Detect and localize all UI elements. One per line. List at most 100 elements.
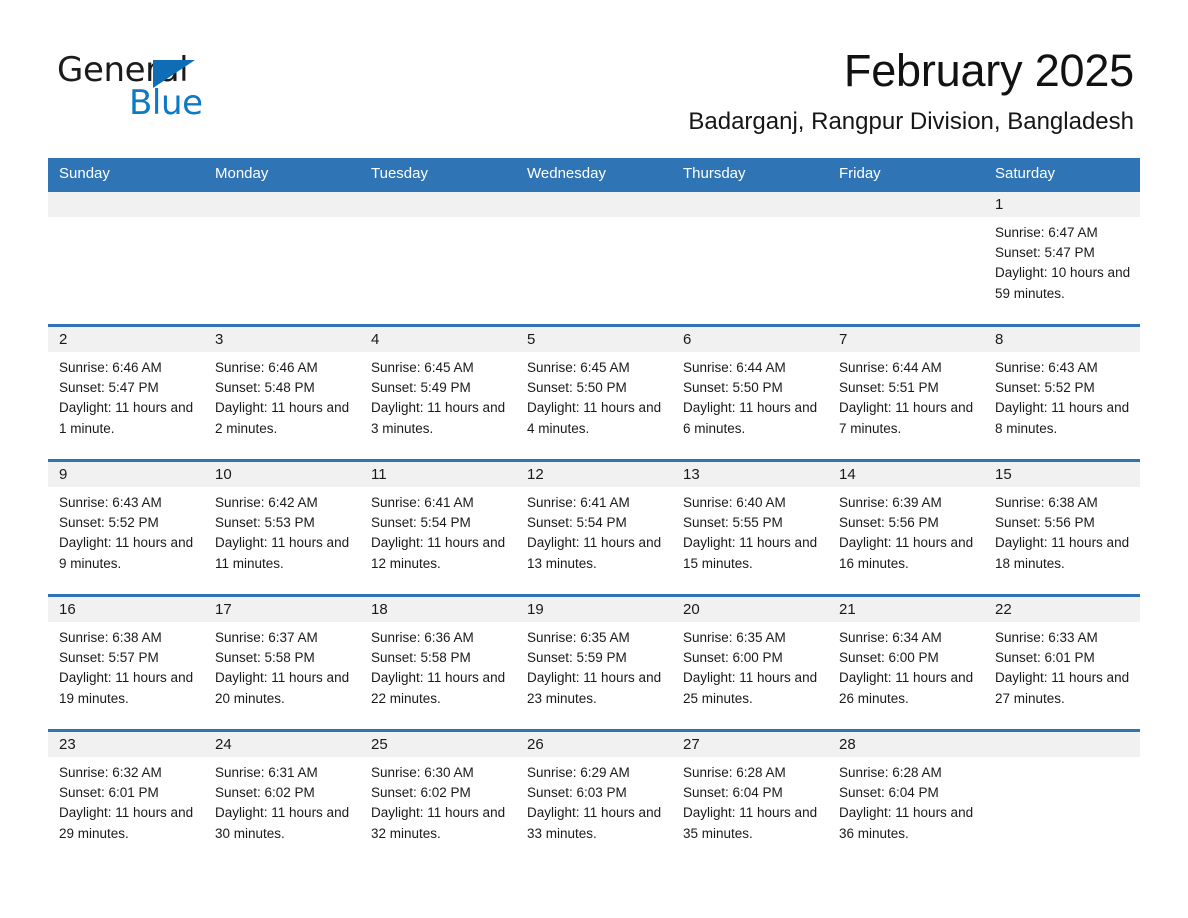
calendar-day-cell[interactable]: 9 Sunrise: 6:43 AM Sunset: 5:52 PM Daylight… [48,459,204,596]
sunset-text: Sunset: 5:59 PM [527,650,627,666]
calendar-day-cell[interactable]: 20 Sunrise: 6:35 AM Sunset: 6:00 PM Dayligh… [672,594,828,731]
sunrise-text: Sunrise: 6:29 AM [527,765,630,780]
sunset-text: Sunset: 6:01 PM [995,650,1095,666]
day-details: Sunrise: 6:36 AM Sunset: 5:58 PM Daylight:… [360,622,516,709]
sunset-text: Sunset: 5:53 PM [215,515,315,531]
sunset-text: Sunset: 5:47 PM [995,245,1095,261]
sunrise-text: Sunrise: 6:33 AM [995,630,1098,645]
sunrise-text: Sunrise: 6:45 AM [527,360,630,375]
daylight-text: Daylight: 11 hours and 2 minutes. [215,400,350,436]
daylight-text: Daylight: 11 hours and 30 minutes. [215,805,350,841]
general-blue-logo[interactable]: General Blue [57,52,317,123]
sunrise-text: Sunrise: 6:39 AM [839,495,942,510]
calendar-day-cell[interactable]: 3 Sunrise: 6:46 AM Sunset: 5:48 PM Daylight… [204,324,360,461]
day-details: Sunrise: 6:35 AM Sunset: 6:00 PM Daylight:… [672,622,828,709]
day-details: Sunrise: 6:38 AM Sunset: 5:56 PM Daylight:… [984,487,1140,574]
calendar-day-cell[interactable]: 26 Sunrise: 6:29 AM Sunset: 6:03 PM Dayligh… [516,729,672,866]
day-details: Sunrise: 6:28 AM Sunset: 6:04 PM Daylight:… [828,757,984,844]
calendar-week-row: 16 Sunrise: 6:38 AM Sunset: 5:57 PM Dayligh… [48,594,1140,731]
sunrise-text: Sunrise: 6:44 AM [683,360,786,375]
calendar-day-cell-empty [984,729,1140,866]
calendar-day-cell-empty [204,189,360,326]
daylight-text: Daylight: 11 hours and 7 minutes. [839,400,974,436]
sunrise-text: Sunrise: 6:32 AM [59,765,162,780]
day-number [984,732,1140,757]
sunrise-text: Sunrise: 6:37 AM [215,630,318,645]
daylight-text: Daylight: 11 hours and 15 minutes. [683,535,818,571]
logo-text-blue: Blue [129,83,203,123]
weekday-header-monday: Monday [204,158,360,191]
calendar-day-cell[interactable]: 14 Sunrise: 6:39 AM Sunset: 5:56 PM Dayligh… [828,459,984,596]
sunset-text: Sunset: 6:02 PM [371,785,471,801]
day-number [360,192,516,217]
calendar-day-cell[interactable]: 28 Sunrise: 6:28 AM Sunset: 6:04 PM Dayligh… [828,729,984,866]
day-number: 26 [516,732,672,757]
calendar-day-cell[interactable]: 4 Sunrise: 6:45 AM Sunset: 5:49 PM Daylight… [360,324,516,461]
sunset-text: Sunset: 5:56 PM [839,515,939,531]
calendar-day-cell[interactable]: 8 Sunrise: 6:43 AM Sunset: 5:52 PM Daylight… [984,324,1140,461]
day-details: Sunrise: 6:30 AM Sunset: 6:02 PM Daylight:… [360,757,516,844]
calendar-day-cell[interactable]: 12 Sunrise: 6:41 AM Sunset: 5:54 PM Dayligh… [516,459,672,596]
calendar-day-cell-empty [516,189,672,326]
day-details: Sunrise: 6:34 AM Sunset: 6:00 PM Daylight:… [828,622,984,709]
day-number: 17 [204,597,360,622]
calendar-table: Sunday Monday Tuesday Wednesday Thursday… [48,158,1140,866]
sunset-text: Sunset: 5:50 PM [683,380,783,396]
calendar-day-cell[interactable]: 21 Sunrise: 6:34 AM Sunset: 6:00 PM Dayligh… [828,594,984,731]
day-details: Sunrise: 6:45 AM Sunset: 5:50 PM Daylight:… [516,352,672,439]
sunrise-text: Sunrise: 6:36 AM [371,630,474,645]
calendar-day-cell-empty [672,189,828,326]
calendar-week-row: 9 Sunrise: 6:43 AM Sunset: 5:52 PM Daylight… [48,459,1140,596]
day-number: 13 [672,462,828,487]
calendar-page: General Blue February 2025 Badarganj, Ra… [0,0,1188,918]
sunset-text: Sunset: 5:51 PM [839,380,939,396]
calendar-day-cell[interactable]: 17 Sunrise: 6:37 AM Sunset: 5:58 PM Dayligh… [204,594,360,731]
calendar-day-cell[interactable]: 27 Sunrise: 6:28 AM Sunset: 6:04 PM Dayligh… [672,729,828,866]
day-details: Sunrise: 6:42 AM Sunset: 5:53 PM Daylight:… [204,487,360,574]
calendar-day-cell[interactable]: 16 Sunrise: 6:38 AM Sunset: 5:57 PM Dayligh… [48,594,204,731]
calendar-day-cell[interactable]: 1 Sunrise: 6:47 AM Sunset: 5:47 PM Daylight… [984,189,1140,326]
calendar-day-cell-empty [360,189,516,326]
calendar-day-cell[interactable]: 22 Sunrise: 6:33 AM Sunset: 6:01 PM Dayligh… [984,594,1140,731]
calendar-day-cell[interactable]: 10 Sunrise: 6:42 AM Sunset: 5:53 PM Dayligh… [204,459,360,596]
daylight-text: Daylight: 11 hours and 4 minutes. [527,400,662,436]
calendar-day-cell[interactable]: 18 Sunrise: 6:36 AM Sunset: 5:58 PM Dayligh… [360,594,516,731]
calendar-day-cell[interactable]: 23 Sunrise: 6:32 AM Sunset: 6:01 PM Dayligh… [48,729,204,866]
calendar-day-cell[interactable]: 15 Sunrise: 6:38 AM Sunset: 5:56 PM Dayligh… [984,459,1140,596]
day-number: 12 [516,462,672,487]
calendar-day-cell[interactable]: 25 Sunrise: 6:30 AM Sunset: 6:02 PM Dayligh… [360,729,516,866]
sunrise-text: Sunrise: 6:44 AM [839,360,942,375]
calendar-day-cell[interactable]: 7 Sunrise: 6:44 AM Sunset: 5:51 PM Daylight… [828,324,984,461]
day-details: Sunrise: 6:46 AM Sunset: 5:48 PM Daylight:… [204,352,360,439]
day-number: 11 [360,462,516,487]
calendar-day-cell[interactable]: 13 Sunrise: 6:40 AM Sunset: 5:55 PM Dayligh… [672,459,828,596]
calendar-day-cell[interactable]: 5 Sunrise: 6:45 AM Sunset: 5:50 PM Daylight… [516,324,672,461]
sunset-text: Sunset: 6:00 PM [839,650,939,666]
sunset-text: Sunset: 6:01 PM [59,785,159,801]
daylight-text: Daylight: 11 hours and 6 minutes. [683,400,818,436]
daylight-text: Daylight: 11 hours and 33 minutes. [527,805,662,841]
calendar-day-cell[interactable]: 6 Sunrise: 6:44 AM Sunset: 5:50 PM Daylight… [672,324,828,461]
day-number: 6 [672,327,828,352]
calendar-header-row: Sunday Monday Tuesday Wednesday Thursday… [48,158,1140,191]
sunrise-text: Sunrise: 6:41 AM [371,495,474,510]
sunset-text: Sunset: 5:58 PM [215,650,315,666]
day-details: Sunrise: 6:44 AM Sunset: 5:50 PM Daylight:… [672,352,828,439]
calendar-day-cell[interactable]: 19 Sunrise: 6:35 AM Sunset: 5:59 PM Dayligh… [516,594,672,731]
daylight-text: Daylight: 11 hours and 18 minutes. [995,535,1130,571]
sunrise-text: Sunrise: 6:43 AM [59,495,162,510]
calendar-day-cell[interactable]: 24 Sunrise: 6:31 AM Sunset: 6:02 PM Dayligh… [204,729,360,866]
daylight-text: Daylight: 11 hours and 3 minutes. [371,400,506,436]
day-details: Sunrise: 6:28 AM Sunset: 6:04 PM Daylight:… [672,757,828,844]
calendar-day-cell[interactable]: 2 Sunrise: 6:46 AM Sunset: 5:47 PM Daylight… [48,324,204,461]
day-details: Sunrise: 6:31 AM Sunset: 6:02 PM Daylight:… [204,757,360,844]
daylight-text: Daylight: 11 hours and 11 minutes. [215,535,350,571]
daylight-text: Daylight: 11 hours and 8 minutes. [995,400,1130,436]
calendar-day-cell[interactable]: 11 Sunrise: 6:41 AM Sunset: 5:54 PM Dayligh… [360,459,516,596]
calendar-day-cell-empty [48,189,204,326]
weekday-header-friday: Friday [828,158,984,191]
day-number: 22 [984,597,1140,622]
sunset-text: Sunset: 6:03 PM [527,785,627,801]
sunset-text: Sunset: 5:49 PM [371,380,471,396]
day-details: Sunrise: 6:38 AM Sunset: 5:57 PM Daylight:… [48,622,204,709]
